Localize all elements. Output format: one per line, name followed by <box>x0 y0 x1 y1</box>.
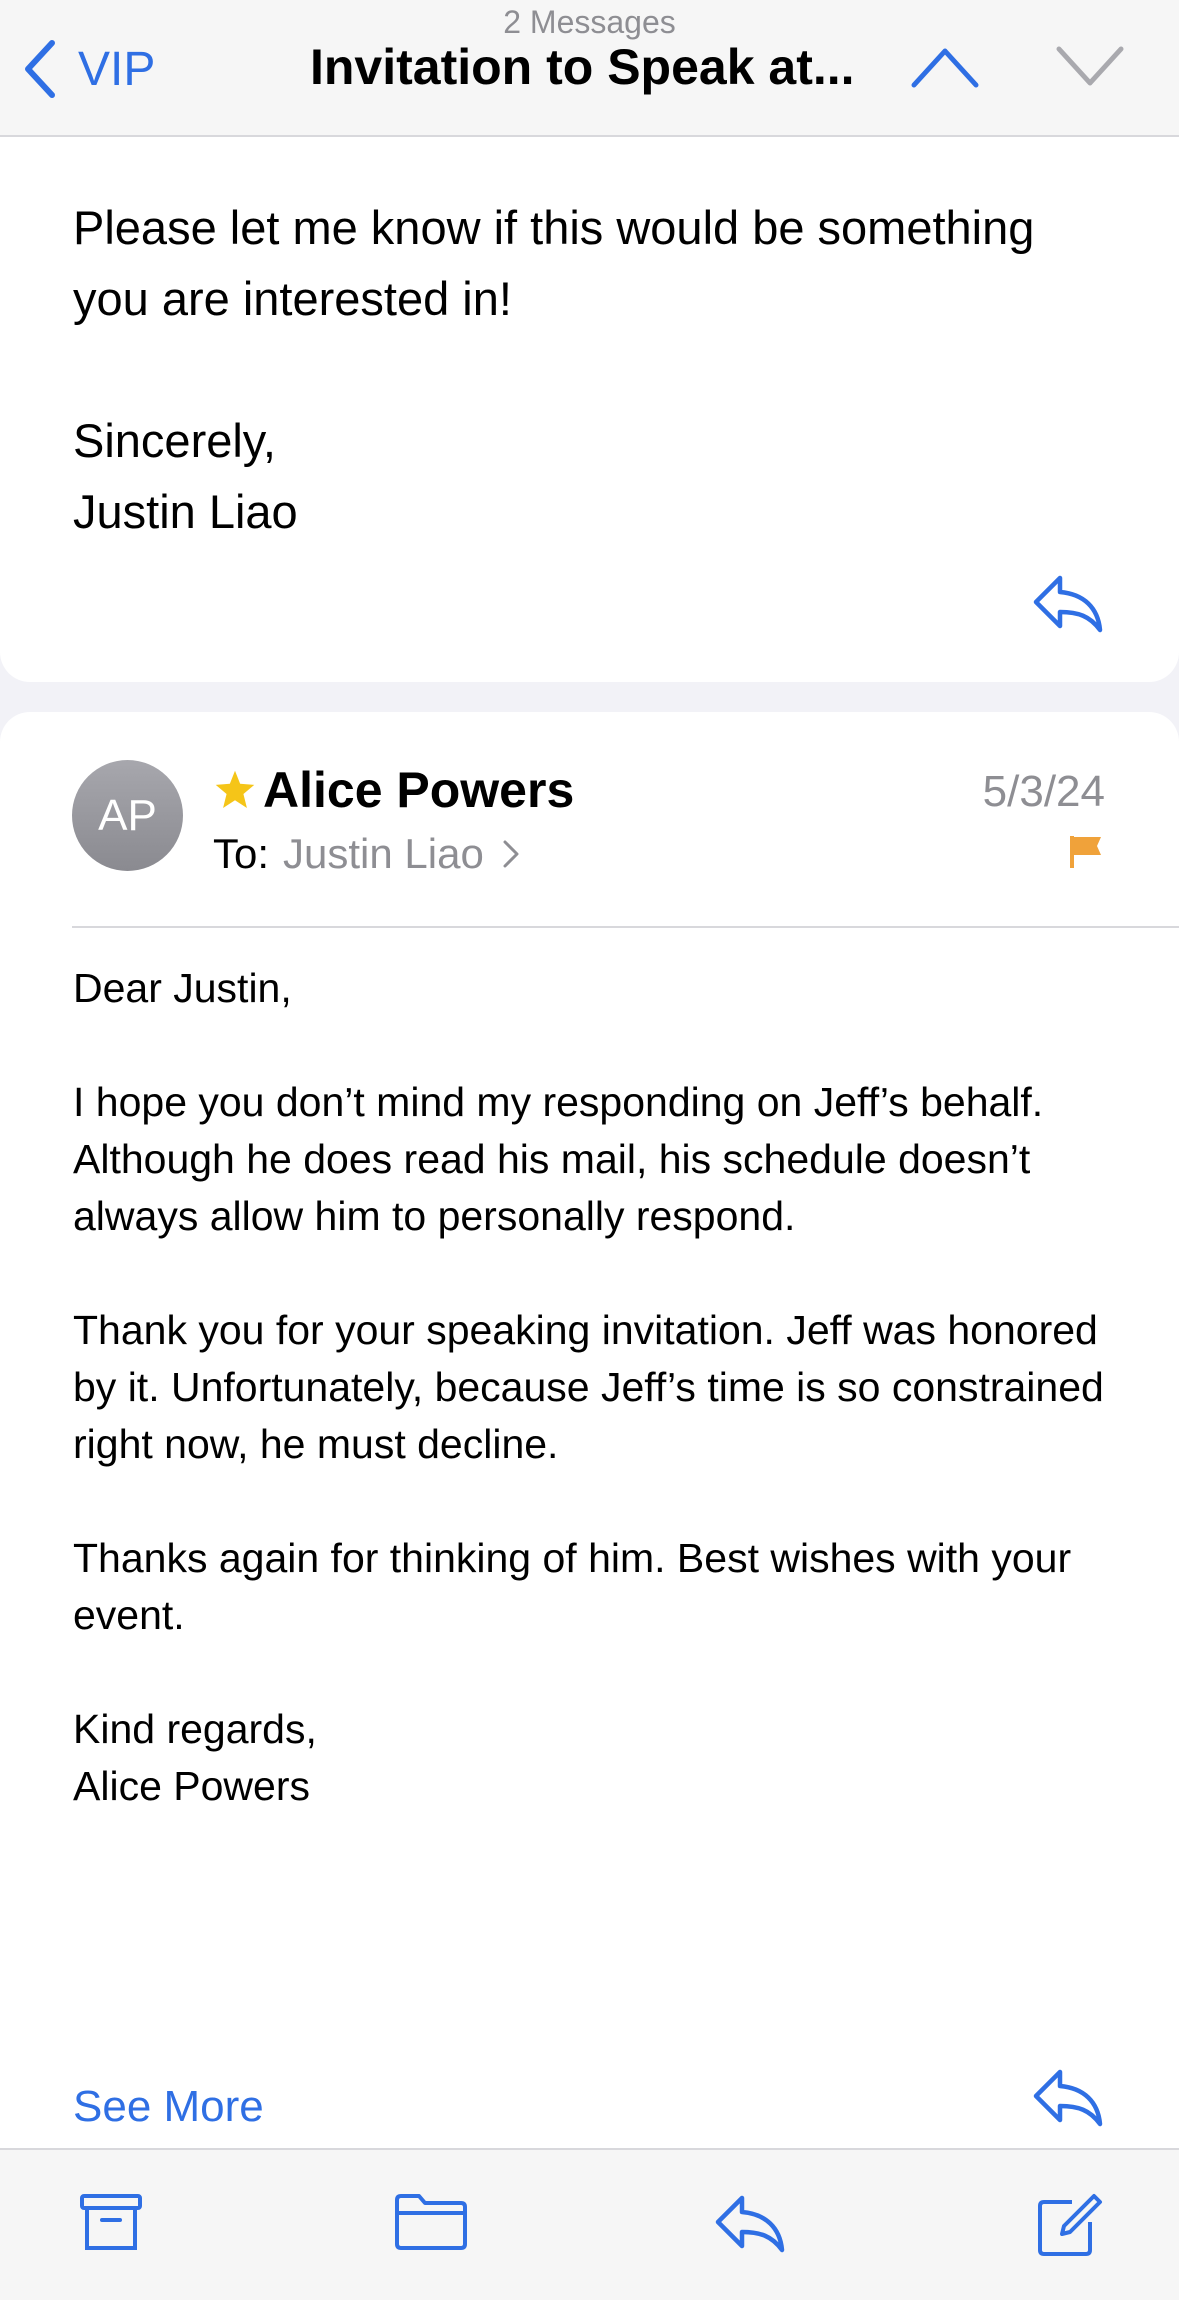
recipient-row[interactable]: To: Justin Liao <box>213 830 520 878</box>
message-card-justin: Please let me know if this would be some… <box>0 137 1179 682</box>
signature: Sincerely, Justin Liao <box>73 414 298 538</box>
avatar[interactable]: AP <box>72 760 183 871</box>
reply-icon[interactable] <box>712 2192 786 2256</box>
archive-icon[interactable] <box>78 2192 144 2254</box>
back-button[interactable]: VIP <box>22 34 155 104</box>
chevron-right-icon <box>503 840 519 868</box>
to-label: To: <box>213 830 270 877</box>
divider <box>72 926 1179 928</box>
recipient-name: Justin Liao <box>283 830 484 877</box>
body-paragraph: Please let me know if this would be some… <box>73 201 1035 325</box>
message-card-alice: AP Alice Powers To: Justin Liao 5/3/24 D… <box>0 712 1179 2152</box>
star-icon <box>215 770 255 808</box>
signature: Kind regards, Alice Powers <box>73 1706 317 1809</box>
sender-name: Alice Powers <box>263 762 575 818</box>
message-body: Dear Justin, I hope you don’t mind my re… <box>73 960 1133 1872</box>
message-date: 5/3/24 <box>982 767 1105 816</box>
flag-icon[interactable] <box>1068 834 1104 870</box>
see-more-link[interactable]: See More <box>73 2082 264 2132</box>
chevron-up-icon[interactable] <box>910 45 980 89</box>
navigation-bar: 2 Messages VIP Invitation to Speak at... <box>0 0 1179 137</box>
thread-title: Invitation to Speak at... <box>310 39 855 95</box>
body-paragraph: Dear Justin, <box>73 965 292 1011</box>
reply-icon[interactable] <box>1030 2066 1104 2130</box>
message-body: Please let me know if this would be some… <box>73 192 1113 547</box>
compose-icon[interactable] <box>1036 2192 1104 2258</box>
reply-icon[interactable] <box>1030 572 1104 636</box>
body-paragraph: Thanks again for thinking of him. Best w… <box>73 1535 1072 1638</box>
body-paragraph: Thank you for your speaking invitation. … <box>73 1307 1104 1467</box>
folder-icon[interactable] <box>393 2192 469 2252</box>
back-label: VIP <box>78 42 156 96</box>
body-paragraph: I hope you don’t mind my responding on J… <box>73 1079 1044 1239</box>
bottom-toolbar <box>0 2148 1179 2300</box>
chevron-left-icon <box>25 40 55 98</box>
message-count: 2 Messages <box>503 4 676 40</box>
sender-row[interactable]: Alice Powers <box>213 758 574 822</box>
chevron-down-icon[interactable] <box>1055 45 1125 89</box>
